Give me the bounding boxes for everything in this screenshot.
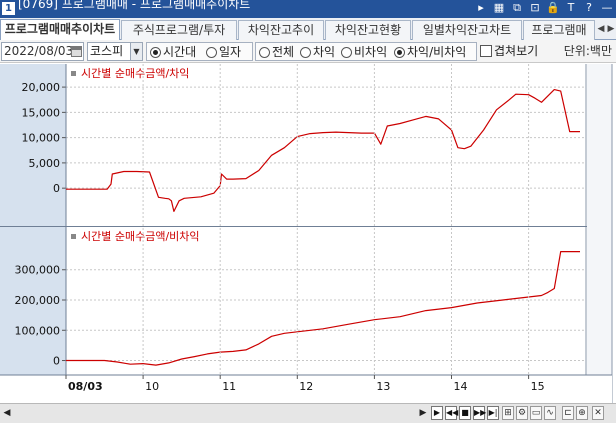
scroll-left-icon[interactable]: ◀	[2, 406, 12, 420]
unit-label: 단위:백만	[563, 44, 612, 58]
tab-program-truncated[interactable]: 프로그램매	[523, 20, 595, 40]
y-tick-label: 20,000	[22, 81, 61, 94]
y-tick-label: 10,000	[22, 132, 61, 145]
radio-selected-icon	[394, 47, 405, 58]
x-tick-label: 14	[454, 380, 468, 393]
crosshair-icon[interactable]: ⊏	[562, 406, 574, 420]
grid-layout-icon[interactable]: ⊞	[502, 406, 514, 420]
radio-non-arbitrage[interactable]: 비차익	[341, 44, 387, 60]
market-select[interactable]: 코스피 ▼	[87, 42, 143, 61]
x-tick-label: 12	[299, 380, 313, 393]
x-tick-label: 11	[222, 380, 236, 393]
minimize-icon[interactable]: —	[600, 1, 614, 15]
window-icon[interactable]: ▭	[530, 406, 542, 420]
go-latest-icon[interactable]: ▶|	[487, 406, 499, 420]
y-tick-label: 200,000	[15, 294, 61, 307]
calendar-icon[interactable]	[71, 46, 82, 57]
y-tick-label: 0	[53, 182, 60, 195]
x-tick-label: 15	[531, 380, 545, 393]
close-panel-icon[interactable]: ✕	[592, 406, 604, 420]
x-tick-label: 08/03	[68, 380, 103, 393]
tab-scroll-left-icon[interactable]: ◀	[596, 22, 606, 36]
y-tick-label: 15,000	[22, 106, 61, 119]
legend-marker	[71, 71, 76, 76]
radio-label: 전체	[272, 45, 295, 59]
filter-radio-group: 전체 차익 비차익 차익/비차익	[255, 42, 477, 61]
tab-arbitrage-balance-status[interactable]: 차익잔고현황	[325, 20, 411, 40]
chart-title: 시간별 순매수금액/비차익	[81, 230, 200, 243]
y-tick-label: 5,000	[29, 157, 61, 170]
tab-daily-arbitrage-chart[interactable]: 일별차익잔고차트	[412, 20, 522, 40]
overlay-checkbox[interactable]: 겹쳐보기	[480, 43, 538, 59]
legend-marker	[71, 234, 76, 239]
radio-label: 시간대	[163, 45, 197, 59]
radio-icon	[206, 47, 217, 58]
radio-all[interactable]: 전체	[259, 44, 294, 60]
scroll-right-icon[interactable]: ▶	[418, 406, 428, 420]
window-title-bar: 1 [0769] 프로그램매매 - 프로그램매매추이차트 ▸ ▦ ⧉ ⊡ 🔒 T…	[0, 0, 616, 18]
radio-by-time[interactable]: 시간대	[150, 44, 196, 60]
rewind-icon[interactable]: ◀◀	[445, 406, 458, 420]
y-tick-label: 100,000	[15, 324, 61, 337]
plot-area	[66, 64, 586, 226]
y-tick-label: 0	[53, 355, 60, 368]
period-radio-group: 시간대 일자	[146, 42, 253, 61]
lock-icon[interactable]: 🔒	[546, 1, 560, 15]
radio-icon	[341, 47, 352, 58]
fast-forward-icon[interactable]: ▶▶	[473, 406, 486, 420]
tab-program-trend-chart[interactable]: 프로그램매매추이차트	[0, 19, 120, 41]
right-axis-strip	[587, 64, 612, 375]
y-tick-label: 300,000	[15, 264, 61, 277]
plot-area	[66, 227, 586, 375]
screen-number: 1	[2, 2, 15, 15]
chart-title: 시간별 순매수금액/차익	[81, 67, 189, 80]
tab-scroll-right-icon[interactable]: ▶	[606, 22, 616, 36]
chart-area: 20,000 15,000 10,000 5,000 0 시간별 순매수금액/차익 300,…	[0, 64, 616, 403]
fit-window-icon[interactable]: ⊡	[528, 1, 542, 15]
date-input[interactable]: 2022/08/03	[1, 42, 84, 61]
window-title: [0769] 프로그램매매 - 프로그램매매추이차트	[18, 0, 251, 11]
copy-window-icon[interactable]: ⧉	[510, 1, 524, 15]
zoom-icon[interactable]: ⊕	[576, 406, 588, 420]
bottom-bar: ◀ ▶ ▶ ◀◀ ■ ▶▶ ▶| ⊞ ⚙ ▭ ∿ ⊏ ⊕ ✕	[0, 403, 616, 423]
toolbar: 2022/08/03 코스피 ▼ 시간대 일자 전체 차익 비차익 차익/비차익…	[0, 40, 616, 63]
play-icon[interactable]: ▶	[431, 406, 443, 420]
radio-arbitrage[interactable]: 차익	[300, 44, 335, 60]
radio-label: 비차익	[354, 45, 388, 59]
text-icon[interactable]: T	[564, 1, 578, 15]
tab-stock-program-investor[interactable]: 주식프로그램/투자	[121, 20, 237, 40]
help-icon[interactable]: ?	[582, 1, 596, 15]
next-screen-icon[interactable]: ▸	[474, 1, 488, 15]
program-trading-charts: 20,000 15,000 10,000 5,000 0 시간별 순매수금액/차익 300,…	[0, 64, 613, 403]
radio-by-day[interactable]: 일자	[206, 44, 241, 60]
tab-arbitrage-balance-trend[interactable]: 차익잔고추이	[238, 20, 324, 40]
x-tick-label: 13	[376, 380, 390, 393]
market-value: 코스피	[90, 44, 124, 58]
window-controls: ▸ ▦ ⧉ ⊡ 🔒 T ? —	[474, 1, 614, 15]
radio-label: 차익/비차익	[407, 45, 467, 59]
line-tool-icon[interactable]: ∿	[544, 406, 556, 420]
date-value: 2022/08/03	[4, 44, 74, 58]
settings-icon[interactable]: ⚙	[516, 406, 528, 420]
overlay-label: 겹쳐보기	[494, 44, 539, 58]
tab-bar: 프로그램매매추이차트 주식프로그램/투자 차익잔고추이 차익잔고현황 일별차익잔…	[0, 18, 616, 41]
radio-selected-icon	[150, 47, 161, 58]
radio-icon	[259, 47, 270, 58]
radio-arbitrage-and-non[interactable]: 차익/비차익	[394, 44, 466, 60]
grid-icon[interactable]: ▦	[492, 1, 506, 15]
x-tick-label: 10	[145, 380, 159, 393]
radio-icon	[300, 47, 311, 58]
chevron-down-icon[interactable]: ▼	[130, 43, 142, 60]
checkbox-icon	[480, 45, 492, 57]
radio-label: 차익	[313, 45, 336, 59]
radio-label: 일자	[219, 45, 242, 59]
stop-icon[interactable]: ■	[459, 406, 471, 420]
